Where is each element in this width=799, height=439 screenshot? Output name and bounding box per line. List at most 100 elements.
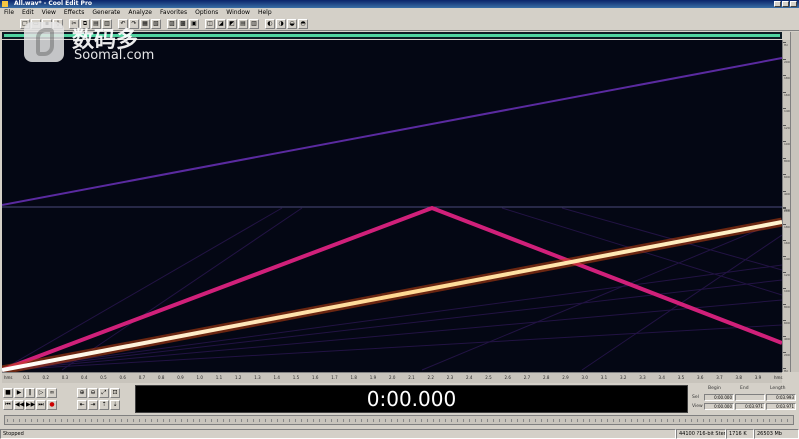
app-icon bbox=[2, 1, 8, 7]
rewind-button[interactable]: ◀◀ bbox=[14, 400, 24, 410]
status-free-space: 26503 Mb bbox=[754, 429, 799, 439]
toolbar-button-22[interactable]: ◑ bbox=[276, 18, 286, 29]
sel-end-field[interactable] bbox=[735, 394, 765, 401]
toolbar-button-23[interactable]: ◒ bbox=[287, 18, 297, 29]
zoom-out-icon[interactable]: ⊖ bbox=[88, 388, 98, 398]
window-title: All.wav* - Cool Edit Pro bbox=[14, 0, 93, 7]
toolbar-button-20[interactable]: ▥ bbox=[249, 18, 259, 29]
timeline-label: 3.6 bbox=[697, 375, 704, 380]
timeline-label: 1.2 bbox=[235, 375, 242, 380]
zoom-selection-icon[interactable]: ⊡ bbox=[110, 388, 120, 398]
timeline-label: 2.7 bbox=[523, 375, 531, 380]
minimize-button[interactable] bbox=[774, 1, 781, 7]
timeline-label: hms bbox=[4, 375, 13, 380]
watermark: 数码多 Soomal.com bbox=[20, 18, 170, 68]
timeline-label: 3.4 bbox=[658, 375, 665, 380]
header-begin: Begin bbox=[708, 386, 721, 391]
menu-bar: File Edit View Effects Generate Analyze … bbox=[0, 8, 799, 17]
timeline-label: 1.9 bbox=[369, 375, 377, 380]
toolbar-button-16[interactable]: ◫ bbox=[205, 18, 215, 29]
timeline-label: 0.9 bbox=[177, 375, 184, 380]
timeline-label: 3.9 bbox=[754, 375, 762, 380]
toolbar-button-17[interactable]: ◪ bbox=[216, 18, 226, 29]
view-row-label: View bbox=[692, 404, 703, 409]
frequency-ruler: Hz 20000 18000 16000 14000 12000 10000 8000 6000… bbox=[782, 40, 794, 373]
vertical-scrollbar[interactable] bbox=[790, 32, 799, 372]
timeline-label: 1.6 bbox=[312, 375, 319, 380]
play-button[interactable]: ▶ bbox=[14, 388, 24, 398]
menu-view[interactable]: View bbox=[42, 8, 56, 17]
toolbar-button-19[interactable]: ▤ bbox=[238, 18, 248, 29]
toolbar-button-15[interactable]: ▣ bbox=[189, 18, 199, 29]
timeline-label: 3.8 bbox=[735, 375, 742, 380]
sel-length-field[interactable]: 0:03.993 bbox=[766, 394, 796, 401]
zoom-full-icon[interactable]: ⤢ bbox=[99, 388, 109, 398]
ruler-label: Hz bbox=[784, 369, 788, 373]
timeline-label: hms bbox=[774, 375, 783, 380]
menu-edit[interactable]: Edit bbox=[22, 8, 34, 17]
close-button[interactable] bbox=[790, 1, 797, 7]
time-ruler[interactable]: hms 0.1 0.2 0.3 0.4 0.5 0.6 0.7 0.8 0.9 1.0 1.1 1.2 1… bbox=[2, 372, 783, 383]
toolbar-button-24[interactable]: ◓ bbox=[298, 18, 308, 29]
timeline-label: 2.2 bbox=[427, 375, 434, 380]
timeline-label: 0.7 bbox=[138, 375, 146, 380]
timeline-label: 2.4 bbox=[466, 375, 473, 380]
menu-favorites[interactable]: Favorites bbox=[160, 8, 187, 17]
status-bar: Stopped 44100 ?16-bit Stereo 1716 K 2650… bbox=[0, 429, 799, 439]
play-to-end-button[interactable]: ▷ bbox=[36, 388, 46, 398]
spectral-view[interactable] bbox=[1, 40, 783, 375]
timeline-label: 2.5 bbox=[485, 375, 492, 380]
toolbar-button-21[interactable]: ◐ bbox=[265, 18, 275, 29]
loop-button[interactable]: ∞ bbox=[47, 388, 57, 398]
menu-generate[interactable]: Generate bbox=[92, 8, 120, 17]
selection-info-panel: Begin End Length Sel 0:00.000 0:03.993 V… bbox=[690, 385, 796, 413]
stop-button[interactable]: ■ bbox=[3, 388, 13, 398]
menu-file[interactable]: File bbox=[4, 8, 14, 17]
menu-window[interactable]: Window bbox=[226, 8, 250, 17]
view-begin-field[interactable]: 0:00.000 bbox=[704, 403, 734, 410]
timeline-label: 1.0 bbox=[196, 375, 203, 380]
zoom-vertical-out-icon[interactable]: ⇣ bbox=[110, 400, 120, 410]
status-size: 1716 K bbox=[726, 429, 754, 439]
spectrogram bbox=[1, 57, 783, 375]
timeline-label: 2.1 bbox=[408, 375, 415, 380]
horizontal-scrollbar[interactable] bbox=[4, 415, 794, 425]
menu-help[interactable]: Help bbox=[258, 8, 272, 17]
menu-analyze[interactable]: Analyze bbox=[128, 8, 152, 17]
zoom-controls: ⊕ ⊖ ⤢ ⊡ ⇤ ⇥ ⇡ ⇣ bbox=[77, 385, 132, 413]
timeline-label: 3.7 bbox=[716, 375, 723, 380]
timeline-label: 1.3 bbox=[254, 375, 261, 380]
toolbar-button-18[interactable]: ◩ bbox=[227, 18, 237, 29]
view-length-field[interactable]: 0:03.971 bbox=[766, 403, 796, 410]
status-format: 44100 ?16-bit Stereo bbox=[676, 429, 726, 439]
toolbar-button-14[interactable]: ▩ bbox=[178, 18, 188, 29]
timeline-label: 2.6 bbox=[504, 375, 511, 380]
fast-forward-button[interactable]: ▶▶ bbox=[25, 400, 35, 410]
go-to-end-button[interactable]: ⏭ bbox=[36, 400, 46, 410]
zoom-right-icon[interactable]: ⇥ bbox=[88, 400, 98, 410]
zoom-in-icon[interactable]: ⊕ bbox=[77, 388, 87, 398]
menu-options[interactable]: Options bbox=[195, 8, 218, 17]
record-button[interactable]: ● bbox=[47, 400, 57, 410]
sel-begin-field[interactable]: 0:00.000 bbox=[704, 394, 734, 401]
timeline-label: 3.0 bbox=[581, 375, 588, 380]
time-display: 0:00.000 bbox=[135, 385, 688, 413]
timeline-label: 0.3 bbox=[61, 375, 69, 380]
status-state: Stopped bbox=[0, 429, 676, 439]
ruler-label: Hz bbox=[784, 43, 788, 47]
go-to-beginning-button[interactable]: ⏮ bbox=[3, 400, 13, 410]
zoom-vertical-in-icon[interactable]: ⇡ bbox=[99, 400, 109, 410]
pause-button[interactable]: ‖ bbox=[25, 388, 35, 398]
menu-effects[interactable]: Effects bbox=[64, 8, 84, 17]
top-channel-sweep bbox=[1, 57, 783, 206]
watermark-logo-icon bbox=[24, 22, 64, 62]
header-length: Length bbox=[770, 386, 786, 391]
timeline-label: 2.0 bbox=[389, 375, 396, 380]
timeline-label: 1.1 bbox=[215, 375, 223, 380]
timeline-label: 1.8 bbox=[350, 375, 357, 380]
timeline-label: 1.7 bbox=[331, 375, 338, 380]
view-end-field[interactable]: 0:03.971 bbox=[735, 403, 765, 410]
timeline-label: 3.1 bbox=[600, 375, 608, 380]
zoom-left-icon[interactable]: ⇤ bbox=[77, 400, 87, 410]
maximize-button[interactable] bbox=[782, 1, 789, 7]
